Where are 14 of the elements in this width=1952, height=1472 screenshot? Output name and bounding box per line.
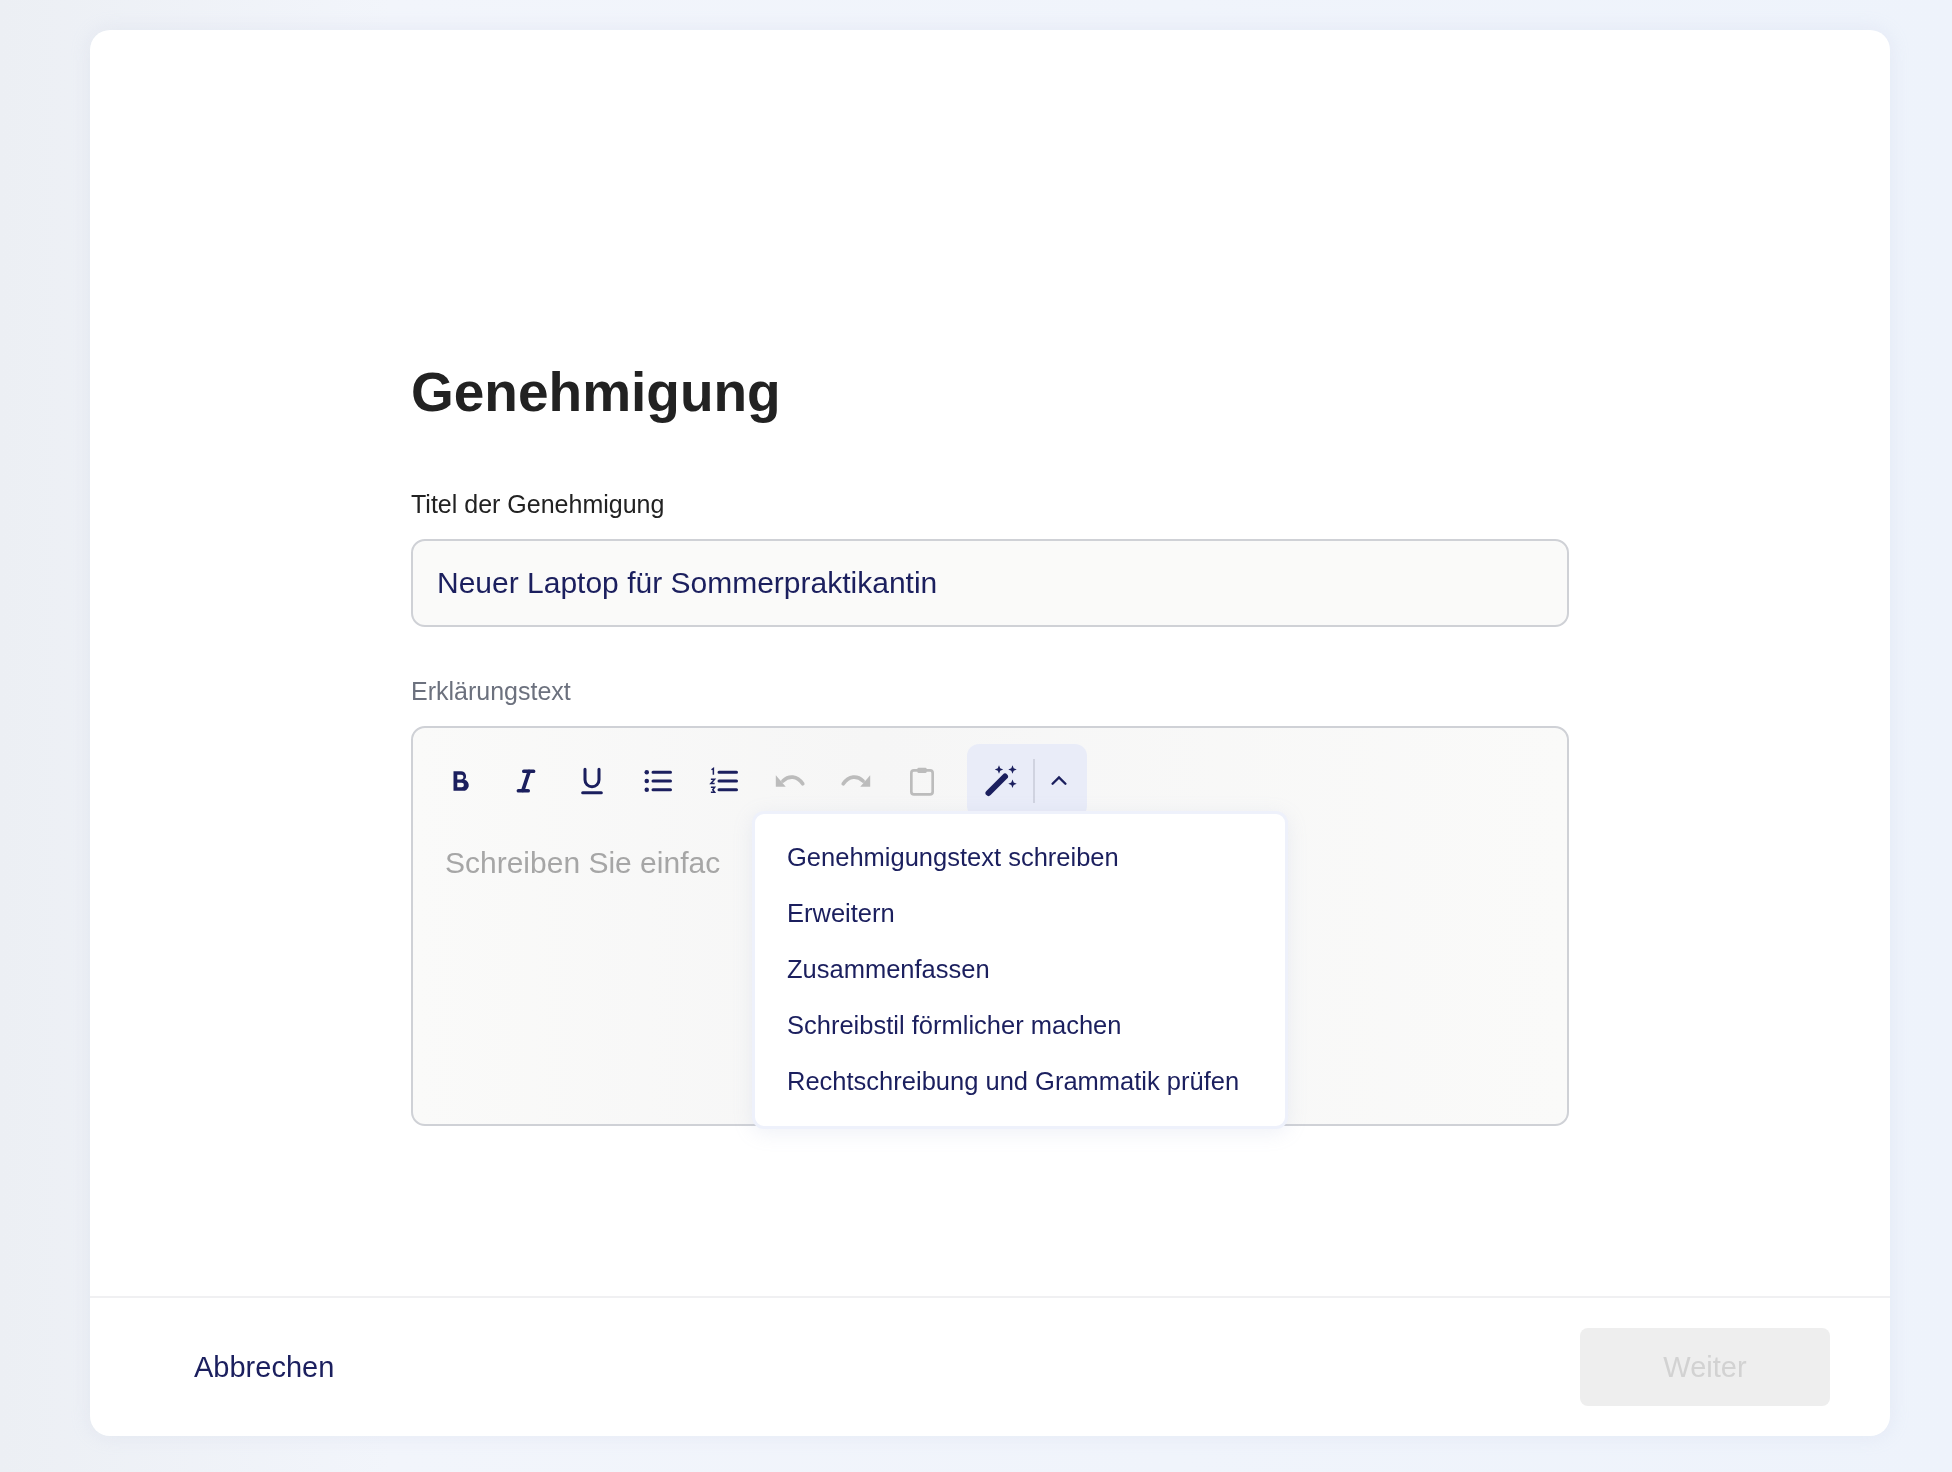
menu-item[interactable]: Genehmigungstext schreiben <box>787 834 1285 890</box>
menu-item[interactable]: Erweitern <box>787 890 1285 946</box>
text-editor[interactable]: Schreiben Sie einfac Genehmigungstext schreiben Erweitern Zusammenfassen Schreibstil förmlicher machen Rechtschreibung und Grammatik prüfen <box>411 726 1569 1126</box>
menu-item[interactable]: Rechtschreibung und Grammatik prüfen <box>787 1058 1285 1114</box>
numbered-list-icon <box>709 766 739 796</box>
cancel-link[interactable]: Abbrechen <box>194 1350 335 1384</box>
title-input-field[interactable]: Neuer Laptop für Sommerpraktikantin <box>411 539 1569 627</box>
menu-item[interactable]: Zusammenfassen <box>787 946 1285 1002</box>
menu-item[interactable]: Schreibstil förmlicher machen <box>787 1002 1285 1058</box>
editor-placeholder: Schreiben Sie einfac <box>445 846 721 879</box>
magic-wand-icon <box>984 763 1020 799</box>
field-label: Titel der Genehmigung <box>411 490 666 519</box>
field-label: Erklärungstext <box>411 677 572 706</box>
underline-icon <box>578 767 606 795</box>
